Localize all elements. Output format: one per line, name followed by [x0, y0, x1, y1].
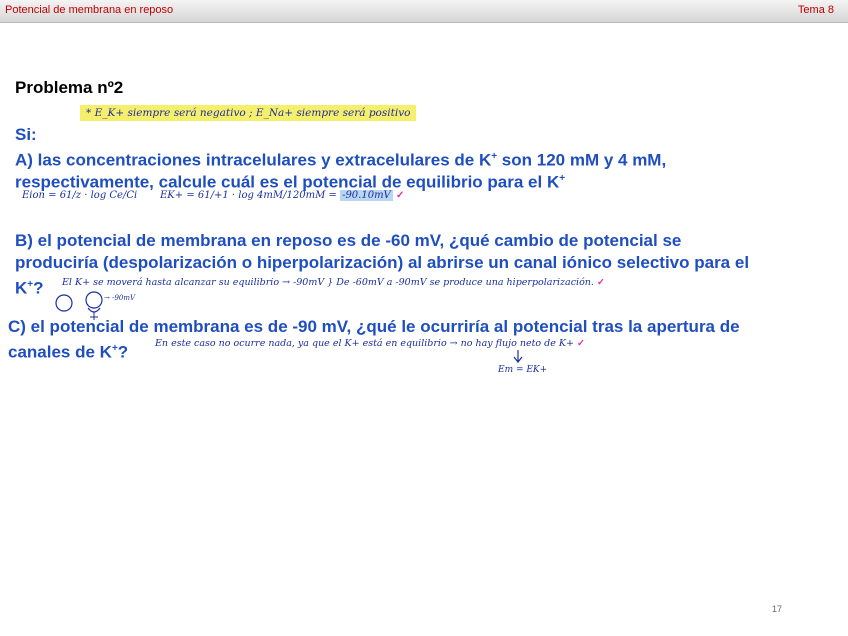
answer-b-text: El K+ se moverá hasta alcanzar su equili…	[62, 277, 605, 288]
question-b-line3: K+?	[15, 278, 44, 298]
question-b-line1: B) el potencial de membrana en reposo es…	[15, 231, 682, 250]
answer-c-sub: Em = EK+	[498, 365, 548, 375]
question-c-line1: C) el potencial de membrana es de -90 mV…	[8, 317, 740, 336]
annotation-note: * E_K+ siempre será negativo ; E_Na+ sie…	[80, 105, 417, 121]
answer-a-formula-general: Eion = 61/z · log Ce/Ci	[22, 190, 138, 201]
page-number: 17	[771, 604, 782, 614]
si-label: Si:	[15, 125, 37, 144]
checkmark-icon: ✓	[576, 338, 585, 349]
arrow-down-icon	[513, 350, 523, 363]
question-c-line2: canales de K+?	[8, 342, 129, 362]
checkmark-icon: ✓	[596, 277, 605, 288]
answer-a-result: -90.10mV	[340, 190, 393, 201]
note-highlight: * E_K+ siempre será negativo ; E_Na+ sie…	[80, 105, 417, 121]
problem-title: Problema nº2	[15, 78, 124, 97]
checkmark-icon: ✓	[395, 190, 405, 201]
header-title: Potencial de membrana en reposo	[5, 4, 174, 16]
diagram-label: → -90mV	[104, 294, 136, 302]
slide-header: Potencial de membrana en reposo Tema 8	[0, 0, 848, 23]
question-b-line2: produciría (despolarización o hiperpolar…	[15, 253, 750, 272]
answer-a-formula-k: EK+ = 61/+1 · log 4mM/120mM = -90.10mV ✓	[160, 190, 405, 201]
header-section: Tema 8	[797, 4, 834, 16]
answer-c-text: En este caso no ocurre nada, ya que el K…	[155, 338, 585, 349]
